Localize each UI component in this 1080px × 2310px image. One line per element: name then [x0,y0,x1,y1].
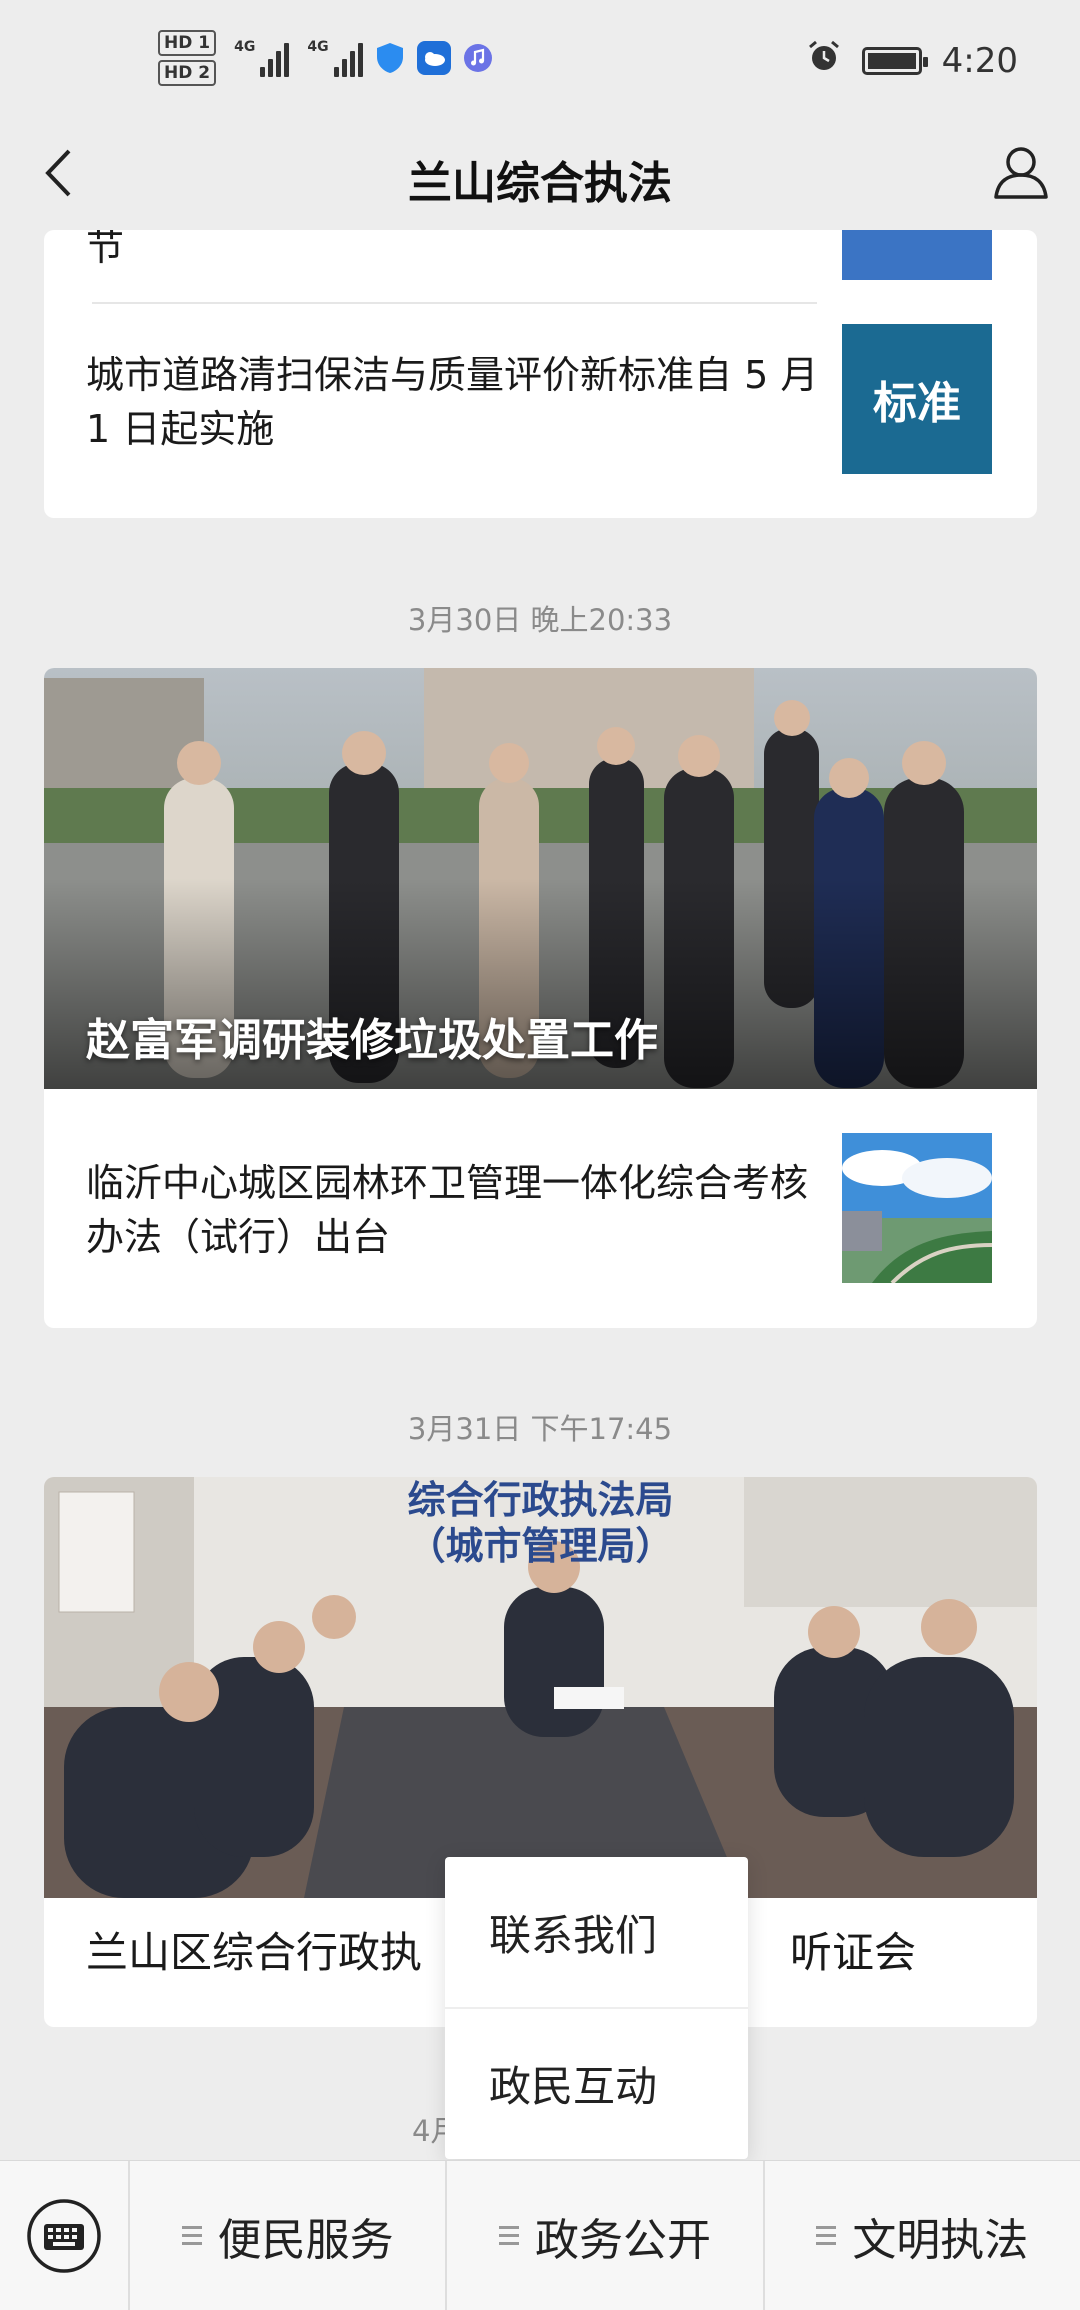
alarm-icon [806,38,842,83]
menu-civilized-enforcement[interactable]: 文明执法 [762,2160,1080,2310]
bottom-menu-bar: 便民服务 政务公开 文明执法 [0,2160,1080,2310]
profile-button[interactable] [988,139,1054,205]
user-icon [994,147,1048,199]
menu-government-affairs[interactable]: 政务公开 [445,2160,762,2310]
hero-image[interactable]: 综合行政执法局 （城市管理局） [44,1477,1037,1898]
hero-image[interactable]: 赵富军调研装修垃圾处置工作 [44,668,1037,1089]
partial-article-title[interactable]: 节 [86,230,124,271]
popup-menu: 联系我们 政民互动 [445,1857,748,2159]
signal-icon: 4G [234,39,290,77]
page-title: 兰山综合执法 [408,158,672,209]
article-title: 城市道路清扫保洁与质量评价新标准自 5 月 1 日起实施 [86,353,819,451]
battery-icon [861,46,928,75]
menu-convenience-services[interactable]: 便民服务 [130,2161,445,2310]
hd1-indicator: HD 1 [158,30,217,56]
hero-banner-text: 综合行政执法局 （城市管理局） [407,1477,674,1568]
article-thumbnail [842,1133,992,1283]
article-group-card: 赵富军调研装修垃圾处置工作 临沂中心城区园林环卫管理一体化综合考核办法（试行）出… [44,668,1037,1328]
keyboard-toggle-button[interactable] [0,2160,130,2310]
menu-label: 文明执法 [852,2214,1029,2266]
clock: 4:20 [941,40,1018,81]
popup-item-citizen-interaction[interactable]: 政民互动 [445,2007,748,2157]
article-group-card: 节 城市道路清扫保洁与质量评价新标准自 5 月 1 日起实施 标准 [44,230,1037,518]
article-thumbnail: 标准 [842,324,992,474]
nav-bar: 兰山综合执法 [0,125,1080,230]
menu-label: 便民服务 [217,2214,394,2266]
weather-app-icon [416,41,451,75]
popup-item-contact-us[interactable]: 联系我们 [445,1857,748,2007]
article-title: 兰山区综合行政执 [86,1928,423,1977]
article-title: 临沂中心城区园林环卫管理一体化综合考核办法（试行）出台 [86,1161,809,1259]
keyboard-icon [27,2198,101,2273]
music-app-icon [461,41,495,75]
list-item[interactable]: 临沂中心城区园林环卫管理一体化综合考核办法（试行）出台 [86,1156,821,1264]
hero-caption: 赵富军调研装修垃圾处置工作 [86,1015,658,1066]
timestamp: 3月30日 晚上20:33 [407,603,673,637]
status-bar: HD 1 HD 2 4G 4G 4:20 [0,0,1080,125]
hd2-indicator: HD 2 [158,60,217,86]
partial-thumbnail [842,230,992,280]
signal-icon-2: 4G [307,39,363,77]
divider [92,302,817,304]
menu-icon [181,2226,202,2245]
menu-icon [816,2226,837,2245]
menu-icon [498,2226,519,2245]
list-item[interactable]: 城市道路清扫保洁与质量评价新标准自 5 月 1 日起实施 [86,348,821,456]
timestamp: 3月31日 下午17:45 [407,1412,673,1446]
shield-app-icon [373,41,407,75]
article-title-tail: 听证会 [790,1928,917,1977]
menu-label: 政务公开 [534,2214,711,2266]
